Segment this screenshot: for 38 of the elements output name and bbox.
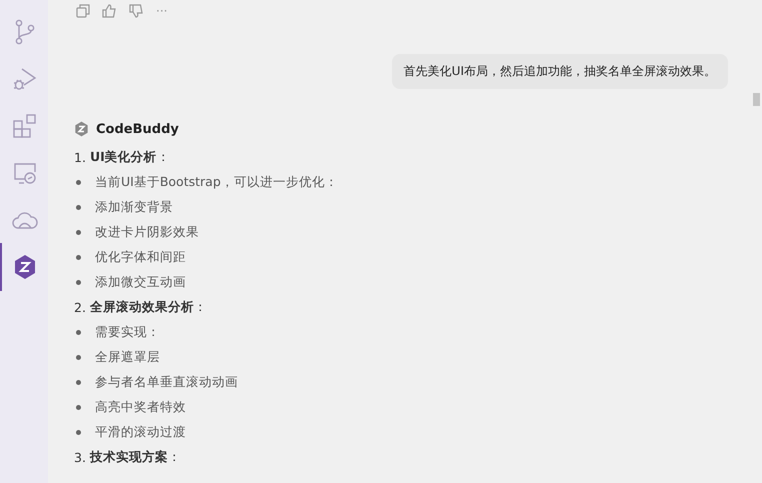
bullet-text: 当前UI基于Bootstrap，可以进一步优化： bbox=[95, 174, 338, 191]
list-number: 1. bbox=[74, 150, 86, 165]
user-message: 首先美化UI布局，然后追加功能，抽奖名单全屏滚动效果。 bbox=[392, 54, 728, 89]
bullet-text: 高亮中奖者特效 bbox=[95, 399, 186, 416]
bullet-text: 优化字体和间距 bbox=[95, 249, 186, 266]
scrollbar-thumb[interactable] bbox=[753, 93, 760, 106]
bug-play-icon bbox=[12, 66, 38, 92]
list-number: 3. bbox=[74, 450, 86, 465]
bullet-icon bbox=[76, 430, 81, 435]
section-heading: UI美化分析： bbox=[90, 149, 170, 166]
bullet-text: 添加微交互动画 bbox=[95, 274, 186, 291]
extensions-icon bbox=[12, 113, 38, 139]
bullet-icon bbox=[76, 280, 81, 285]
list-number: 2. bbox=[74, 300, 86, 315]
hexagon-logo-icon bbox=[13, 254, 37, 280]
branch-icon bbox=[13, 19, 37, 45]
bullet-text: 参与者名单垂直滚动动画 bbox=[95, 374, 238, 391]
bullet-text: 平滑的滚动过渡 bbox=[95, 424, 186, 441]
bullet-icon bbox=[76, 405, 81, 410]
bullet-text: 全屏遮罩层 bbox=[95, 349, 160, 366]
section-heading: 全屏滚动效果分析： bbox=[90, 299, 207, 316]
more-button[interactable]: ··· bbox=[156, 4, 168, 18]
bullet-icon bbox=[76, 330, 81, 335]
thumbs-down-icon[interactable] bbox=[129, 4, 144, 18]
bullet-icon bbox=[76, 380, 81, 385]
copy-icon[interactable] bbox=[76, 4, 90, 18]
assistant-name: CodeBuddy bbox=[96, 122, 179, 136]
bullet-icon bbox=[76, 355, 81, 360]
bullet-text: 需要实现： bbox=[95, 324, 160, 341]
thumbs-up-icon[interactable] bbox=[102, 4, 117, 18]
bullet-icon bbox=[76, 255, 81, 260]
bullet-text: 改进卡片阴影效果 bbox=[95, 224, 199, 241]
bullet-icon bbox=[76, 230, 81, 235]
bullet-icon bbox=[76, 205, 81, 210]
hexagon-logo-icon bbox=[74, 121, 89, 137]
bullet-icon bbox=[76, 180, 81, 185]
bullet-text: 添加渐变背景 bbox=[95, 199, 173, 216]
section-heading: 技术实现方案： bbox=[90, 449, 181, 466]
